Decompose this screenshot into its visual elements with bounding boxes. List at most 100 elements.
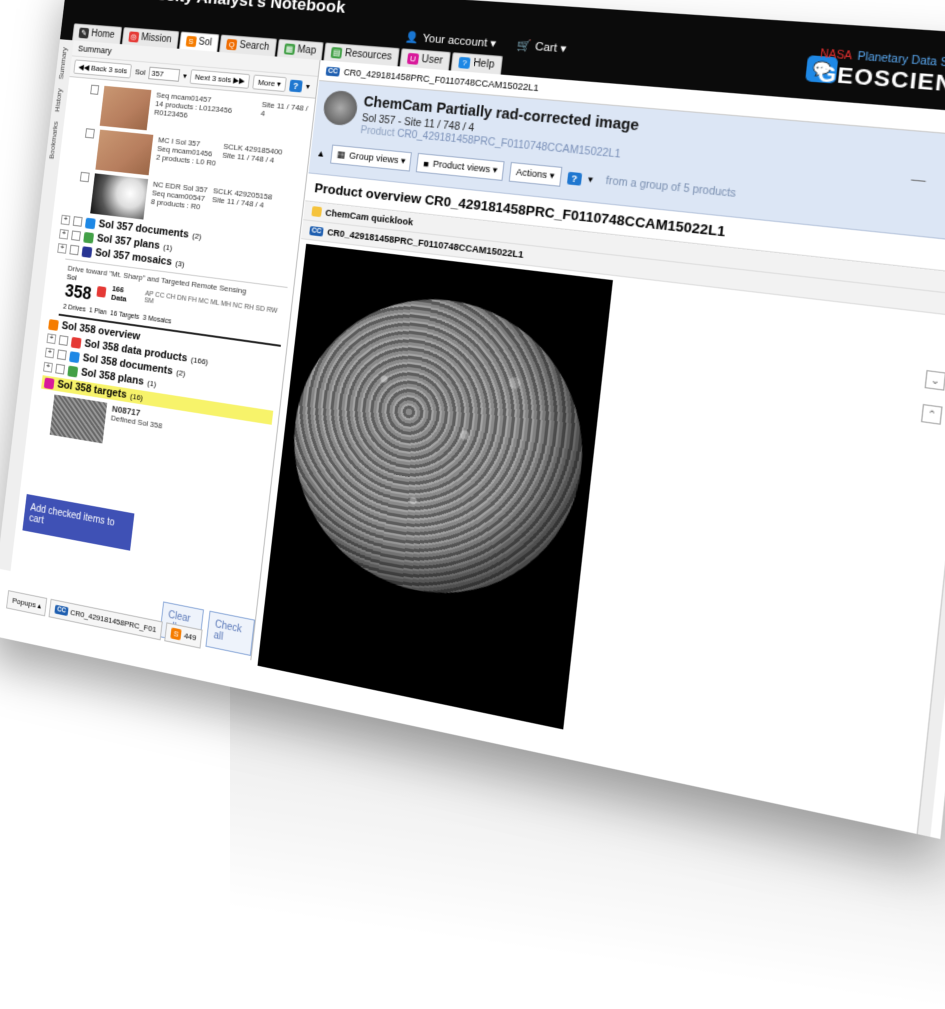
expand-icon[interactable]: +	[60, 214, 71, 226]
side-tab-summary[interactable]: Summary	[55, 45, 70, 82]
tab-mission-label: Mission	[140, 32, 173, 46]
node-count: (1)	[162, 242, 173, 252]
sol-input[interactable]	[148, 66, 181, 82]
minimize-icon[interactable]: —	[910, 172, 926, 189]
documents-icon	[84, 217, 96, 229]
collapse-up-icon[interactable]: ⌃	[920, 403, 943, 425]
product-checkbox[interactable]	[85, 128, 95, 139]
product-site: Site 11 / 748 / 4	[260, 99, 309, 119]
tab-user-label: User	[420, 53, 444, 67]
popup-tab-product[interactable]: CC CR0_429181458PRC_F01	[48, 598, 163, 641]
tab-home-label: Home	[90, 28, 116, 41]
node-checkbox[interactable]	[71, 230, 81, 242]
node-checkbox[interactable]	[69, 244, 80, 256]
help-dropdown-icon[interactable]: ▾	[587, 174, 593, 186]
expand-down-icon[interactable]: ⌄	[924, 370, 945, 391]
node-checkbox[interactable]	[56, 349, 67, 361]
app-title-text: MSL Curiosity Analyst's Notebook	[91, 0, 346, 18]
target-thumbnail[interactable]	[49, 394, 108, 444]
quicklook-icon	[311, 206, 323, 218]
popup-tab-label: 449	[183, 631, 197, 643]
node-count: (166)	[190, 354, 209, 367]
sol-tree: Seq mcam01457 14 products : L0123456 R012…	[27, 77, 316, 478]
plans-icon	[67, 365, 79, 378]
documents-icon	[69, 350, 80, 363]
tab-map-label: Map	[296, 44, 317, 57]
side-tab-history[interactable]: History	[51, 86, 65, 114]
targets-icon	[43, 377, 55, 389]
group-views-icon: ▦	[336, 149, 346, 160]
group-views-button[interactable]: ▦ Group views ▾	[330, 144, 413, 172]
product-views-button[interactable]: ■ Product views ▾	[416, 152, 505, 181]
product-thumbnail[interactable]	[99, 85, 152, 131]
expand-icon[interactable]: +	[46, 333, 57, 345]
user-icon: 👤	[404, 31, 420, 45]
overview-icon	[48, 318, 59, 331]
drives-badge[interactable]: 2 Drives	[63, 304, 86, 314]
mosaics-badge[interactable]: 3 Mosaics	[142, 315, 171, 326]
back-3-sols-button[interactable]: ◀◀ Back 3 sols	[73, 59, 133, 79]
expand-icon[interactable]: +	[44, 347, 55, 359]
plans-icon	[83, 231, 95, 244]
product-header-thumbnail	[322, 89, 359, 127]
popups-button[interactable]: Popups ▴	[6, 590, 48, 617]
product-prefix: Product	[359, 125, 396, 140]
chemcam-icon: CC	[325, 66, 341, 77]
plan-badge[interactable]: 1 Plan	[89, 307, 107, 316]
more-button[interactable]: More ▾	[252, 74, 287, 93]
expand-icon[interactable]: +	[43, 361, 53, 373]
add-checked-to-cart-button[interactable]: Add checked items to cart	[22, 494, 135, 551]
sol-number: 358	[63, 280, 93, 304]
product-help-button[interactable]: ?	[566, 171, 583, 186]
pin-icon[interactable]: ▲	[316, 148, 326, 159]
tab-help-label: Help	[472, 57, 495, 71]
user-tab-icon: U	[406, 52, 420, 65]
product-checkbox[interactable]	[90, 84, 100, 95]
cart-icon: 🛒	[516, 39, 532, 53]
rock-surface-image	[278, 282, 598, 618]
sol-label: Sol	[134, 67, 146, 77]
sol-icon: S	[170, 627, 182, 641]
node-checkbox[interactable]	[58, 335, 69, 346]
node-checkbox[interactable]	[72, 216, 83, 227]
app-title: ✎ MSL Curiosity Analyst's Notebook	[74, 0, 347, 18]
node-count: (1)	[146, 378, 157, 389]
mission-icon: ◎	[128, 31, 140, 43]
your-account-label: Your account ▾	[421, 32, 497, 51]
chemcam-icon: CC	[309, 225, 324, 237]
tab-search-label: Search	[238, 39, 270, 53]
resources-icon: ▤	[330, 46, 343, 59]
help-dropdown-icon[interactable]: ▾	[306, 82, 311, 91]
help-icon: ?	[458, 56, 471, 69]
data-products-icon	[70, 336, 82, 349]
group-views-label: Group views ▾	[348, 150, 406, 166]
product-thumbnail[interactable]	[95, 129, 154, 176]
sol-358-data: 166 Data	[110, 284, 128, 304]
pds-logo: NASA Planetary Data System GEOSCIENCES	[817, 43, 945, 103]
your-account-menu[interactable]: 👤 Your account ▾	[404, 30, 497, 50]
window-controls: — ❐ ✕	[910, 172, 945, 196]
next-3-sols-button[interactable]: Next 3 sols ▶▶	[189, 69, 251, 89]
chemcam-icon: CC	[54, 604, 69, 616]
home-icon: ✎	[78, 27, 90, 39]
expand-icon[interactable]: +	[58, 228, 69, 240]
product-checkbox[interactable]	[79, 171, 90, 183]
node-count: (2)	[175, 367, 186, 378]
cart-menu[interactable]: 🛒 Cart ▾	[516, 38, 567, 55]
help-button[interactable]: ?	[288, 79, 303, 92]
map-icon: ▦	[283, 43, 296, 55]
popup-tab-label: CR0_429181458PRC_F01	[69, 607, 157, 635]
app-window: ✎ MSL Curiosity Analyst's Notebook 👤 You…	[0, 0, 945, 840]
node-checkbox[interactable]	[55, 363, 66, 375]
sol-dropdown-icon[interactable]: ▾	[183, 71, 188, 80]
targets-badge[interactable]: 16 Targets	[110, 310, 140, 321]
actions-button[interactable]: Actions ▾	[508, 161, 562, 187]
node-count: (2)	[191, 230, 202, 241]
cart-label: Cart ▾	[534, 40, 567, 56]
tab-sol-label: Sol	[198, 36, 213, 49]
check-all-button[interactable]: Check all	[205, 610, 255, 657]
expand-icon[interactable]: +	[57, 243, 68, 254]
node-count: (16)	[129, 391, 144, 402]
product-thumbnail[interactable]	[90, 173, 149, 220]
chemcam-image[interactable]	[257, 243, 613, 730]
